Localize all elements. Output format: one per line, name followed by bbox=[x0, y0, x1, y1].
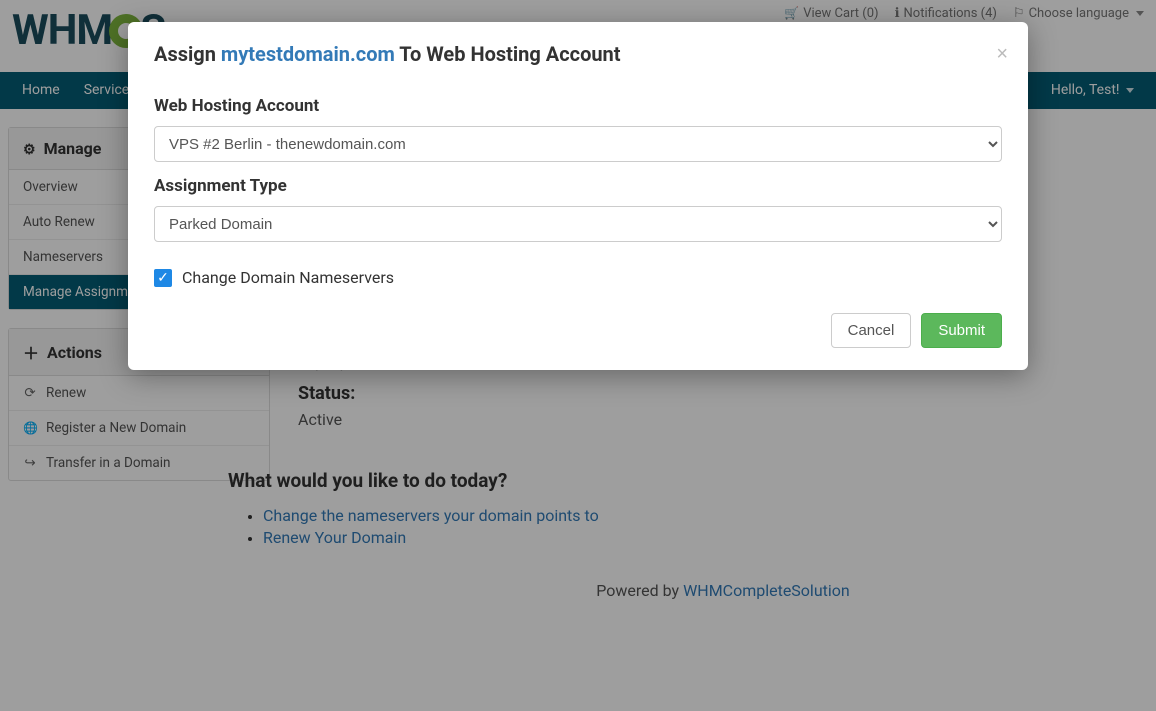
hosting-account-label: Web Hosting Account bbox=[154, 96, 1002, 116]
modal-body: Web Hosting Account VPS #2 Berlin - then… bbox=[128, 80, 1028, 297]
modal-title-domain: mytestdomain.com bbox=[221, 42, 395, 66]
checkbox-checked-icon: ✓ bbox=[154, 269, 172, 287]
modal-header: Assign mytestdomain.com To Web Hosting A… bbox=[128, 22, 1028, 80]
assignment-type-label: Assignment Type bbox=[154, 176, 1002, 196]
cancel-button[interactable]: Cancel bbox=[831, 313, 912, 348]
submit-button[interactable]: Submit bbox=[921, 313, 1002, 348]
assignment-type-select[interactable]: Parked Domain bbox=[154, 206, 1002, 242]
hosting-account-select[interactable]: VPS #2 Berlin - thenewdomain.com bbox=[154, 126, 1002, 162]
checkbox-label: Change Domain Nameservers bbox=[182, 268, 394, 287]
change-nameservers-checkbox[interactable]: ✓ Change Domain Nameservers bbox=[154, 268, 1002, 287]
modal-title-pre: Assign bbox=[154, 42, 221, 66]
assign-domain-modal: Assign mytestdomain.com To Web Hosting A… bbox=[128, 22, 1028, 370]
modal-title: Assign mytestdomain.com To Web Hosting A… bbox=[154, 42, 1002, 66]
modal-title-post: To Web Hosting Account bbox=[395, 42, 621, 66]
modal-close-button[interactable]: × bbox=[996, 44, 1008, 64]
modal-footer: Cancel Submit bbox=[128, 297, 1028, 370]
